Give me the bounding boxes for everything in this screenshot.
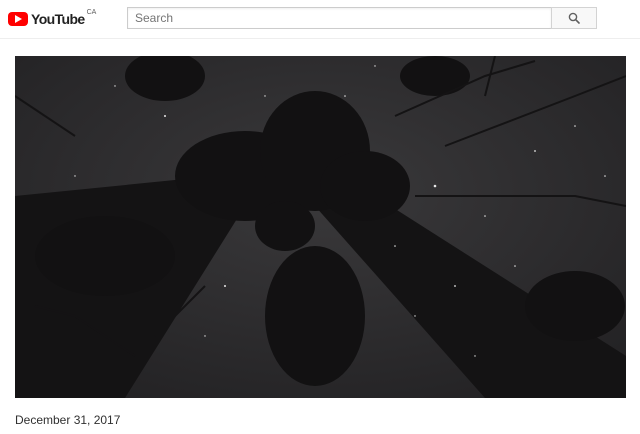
search-icon: [568, 12, 580, 24]
search-bar: [127, 7, 597, 29]
video-player[interactable]: [15, 56, 626, 398]
masthead: YouTube CA: [0, 0, 640, 39]
country-code: CA: [86, 9, 97, 16]
search-button[interactable]: [551, 7, 597, 29]
logo-text: YouTube: [31, 11, 85, 27]
youtube-logo[interactable]: YouTube CA: [8, 9, 97, 28]
video-frame: [15, 56, 626, 398]
search-input[interactable]: [127, 7, 551, 29]
upload-date: December 31, 2017: [15, 413, 121, 427]
youtube-play-icon: [8, 12, 28, 26]
